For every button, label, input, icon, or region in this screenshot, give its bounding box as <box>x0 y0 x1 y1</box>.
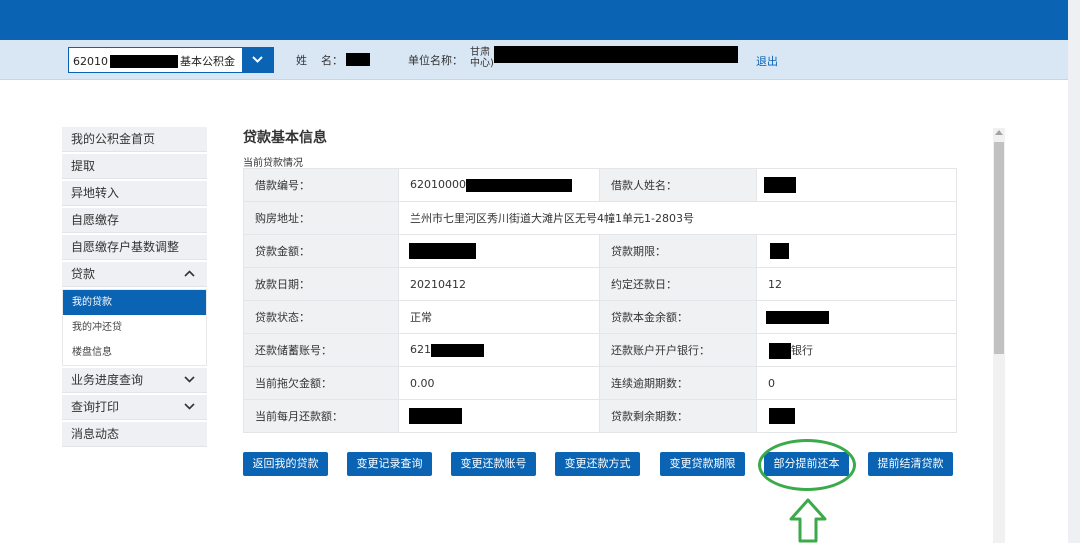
loan-amount-value <box>398 234 600 268</box>
loan-term-label: 贷款期限： <box>599 234 757 268</box>
borrower-name-label: 借款人姓名： <box>599 168 757 202</box>
sidebar-subitem-property-info[interactable]: 楼盘信息 <box>63 340 206 365</box>
loan-number-label: 借款编号： <box>243 168 399 202</box>
change-repayment-method-button[interactable]: 变更还款方式 <box>555 452 640 476</box>
sidebar-item-loan[interactable]: 贷款 <box>62 262 207 287</box>
back-to-my-loan-button[interactable]: 返回我的贷款 <box>243 452 328 476</box>
chevron-down-icon <box>184 403 195 410</box>
table-row: 当前每月还款额： 贷款剩余期数： <box>243 399 957 433</box>
redacted-principal-balance <box>766 310 829 324</box>
sidebar-item-progress-query[interactable]: 业务进度查询 <box>62 368 207 393</box>
consecutive-overdue-value: 0 <box>756 366 957 400</box>
account-select-value: 62010 基本公积金 <box>73 54 235 68</box>
sidebar-item-messages[interactable]: 消息动态 <box>62 422 207 447</box>
property-address-label: 购房地址： <box>243 201 399 235</box>
disbursement-date-label: 放款日期： <box>243 267 399 301</box>
property-address-value: 兰州市七里河区秀川街道大滩片区无号4幢1单元1-2803号 <box>398 201 957 235</box>
redacted-unit-name <box>494 46 738 63</box>
repayment-bank-label: 还款账户开户银行： <box>599 333 757 367</box>
arrow-up-icon <box>789 498 827 543</box>
monthly-payment-value <box>398 399 600 433</box>
redacted-repayment-account <box>431 343 484 357</box>
highlight-circle <box>758 439 856 491</box>
sidebar-item-voluntary-deposit[interactable]: 自愿缴存 <box>62 208 207 233</box>
page-title: 贷款基本信息 <box>243 130 327 146</box>
remaining-periods-value <box>756 399 957 433</box>
redacted-bank-name <box>769 342 791 359</box>
change-repayment-account-button[interactable]: 变更还款账号 <box>451 452 536 476</box>
repayment-account-label: 还款储蓄账号： <box>243 333 399 367</box>
table-row: 购房地址： 兰州市七里河区秀川街道大滩片区无号4幢1单元1-2803号 <box>243 201 957 235</box>
table-row: 放款日期： 20210412 约定还款日： 12 <box>243 267 957 301</box>
sidebar-item-withdraw[interactable]: 提取 <box>62 154 207 179</box>
consecutive-overdue-label: 连续逾期期数： <box>599 366 757 400</box>
redacted-user-name <box>346 53 370 66</box>
top-banner <box>0 0 1068 40</box>
change-record-query-button[interactable]: 变更记录查询 <box>347 452 432 476</box>
redacted-account <box>110 54 178 68</box>
sidebar: 我的公积金首页 提取 异地转入 自愿缴存 自愿缴存户基数调整 贷款 我的贷款 我… <box>62 127 207 449</box>
loan-amount-label: 贷款金额： <box>243 234 399 268</box>
redacted-loan-amount <box>409 243 476 259</box>
repayment-account-value: 621 <box>398 333 600 367</box>
repayment-day-label: 约定还款日： <box>599 267 757 301</box>
chevron-up-icon <box>184 270 195 277</box>
monthly-payment-label: 当前每月还款额： <box>243 399 399 433</box>
table-row: 借款编号： 62010000 借款人姓名： <box>243 168 957 202</box>
loan-status-label: 贷款状态： <box>243 300 399 334</box>
overdue-amount-label: 当前拖欠金额： <box>243 366 399 400</box>
redacted-monthly-payment <box>409 408 462 424</box>
table-row: 贷款状态： 正常 贷款本金余额： <box>243 300 957 334</box>
full-prepayment-button[interactable]: 提前结清贷款 <box>868 452 953 476</box>
overdue-amount-value: 0.00 <box>398 366 600 400</box>
redacted-loan-term <box>770 243 789 259</box>
redacted-loan-number <box>466 178 572 192</box>
sidebar-item-base-adjust[interactable]: 自愿缴存户基数调整 <box>62 235 207 260</box>
loan-submenu: 我的贷款 我的冲还贷 楼盘信息 <box>62 289 207 366</box>
chevron-down-icon <box>184 376 195 383</box>
window-scroll-strip <box>1068 0 1080 543</box>
section-subtitle: 当前贷款情况 <box>243 158 303 169</box>
table-row: 当前拖欠金额： 0.00 连续逾期期数： 0 <box>243 366 957 400</box>
borrower-name-value <box>756 168 957 202</box>
loan-term-value <box>756 234 957 268</box>
account-select-button[interactable] <box>242 48 273 72</box>
change-loan-term-button[interactable]: 变更贷款期限 <box>660 452 745 476</box>
account-select[interactable]: 62010 基本公积金 <box>68 47 274 73</box>
repayment-day-value: 12 <box>756 267 957 301</box>
chevron-down-icon <box>252 56 263 63</box>
scroll-up-icon[interactable] <box>995 130 1003 135</box>
disbursement-date-value: 20210412 <box>398 267 600 301</box>
vertical-scrollbar[interactable] <box>993 128 1005 543</box>
logout-link[interactable]: 退出 <box>756 53 778 69</box>
sidebar-item-transfer-in[interactable]: 异地转入 <box>62 181 207 206</box>
principal-balance-label: 贷款本金余额： <box>599 300 757 334</box>
loan-status-value: 正常 <box>398 300 600 334</box>
redacted-borrower-name <box>764 177 796 193</box>
sidebar-subitem-offset-repay[interactable]: 我的冲还贷 <box>63 315 206 340</box>
sidebar-subitem-my-loan[interactable]: 我的贷款 <box>63 290 206 315</box>
redacted-remaining-periods <box>769 408 795 424</box>
unit-label: 单位名称： <box>408 54 463 67</box>
name-label: 姓 名： <box>296 54 343 67</box>
table-row: 贷款金额： 贷款期限： <box>243 234 957 268</box>
table-row: 还款储蓄账号： 621 还款账户开户银行： 银行 <box>243 333 957 367</box>
scrollbar-thumb[interactable] <box>994 142 1004 354</box>
principal-balance-value <box>756 300 957 334</box>
repayment-bank-value: 银行 <box>756 333 957 367</box>
remaining-periods-label: 贷款剩余期数： <box>599 399 757 433</box>
sidebar-item-home[interactable]: 我的公积金首页 <box>62 127 207 152</box>
sidebar-item-print-query[interactable]: 查询打印 <box>62 395 207 420</box>
loan-number-value: 62010000 <box>398 168 600 202</box>
loan-info-table: 借款编号： 62010000 借款人姓名： 购房地址： 兰州市七里河区秀川街道大… <box>243 168 957 433</box>
